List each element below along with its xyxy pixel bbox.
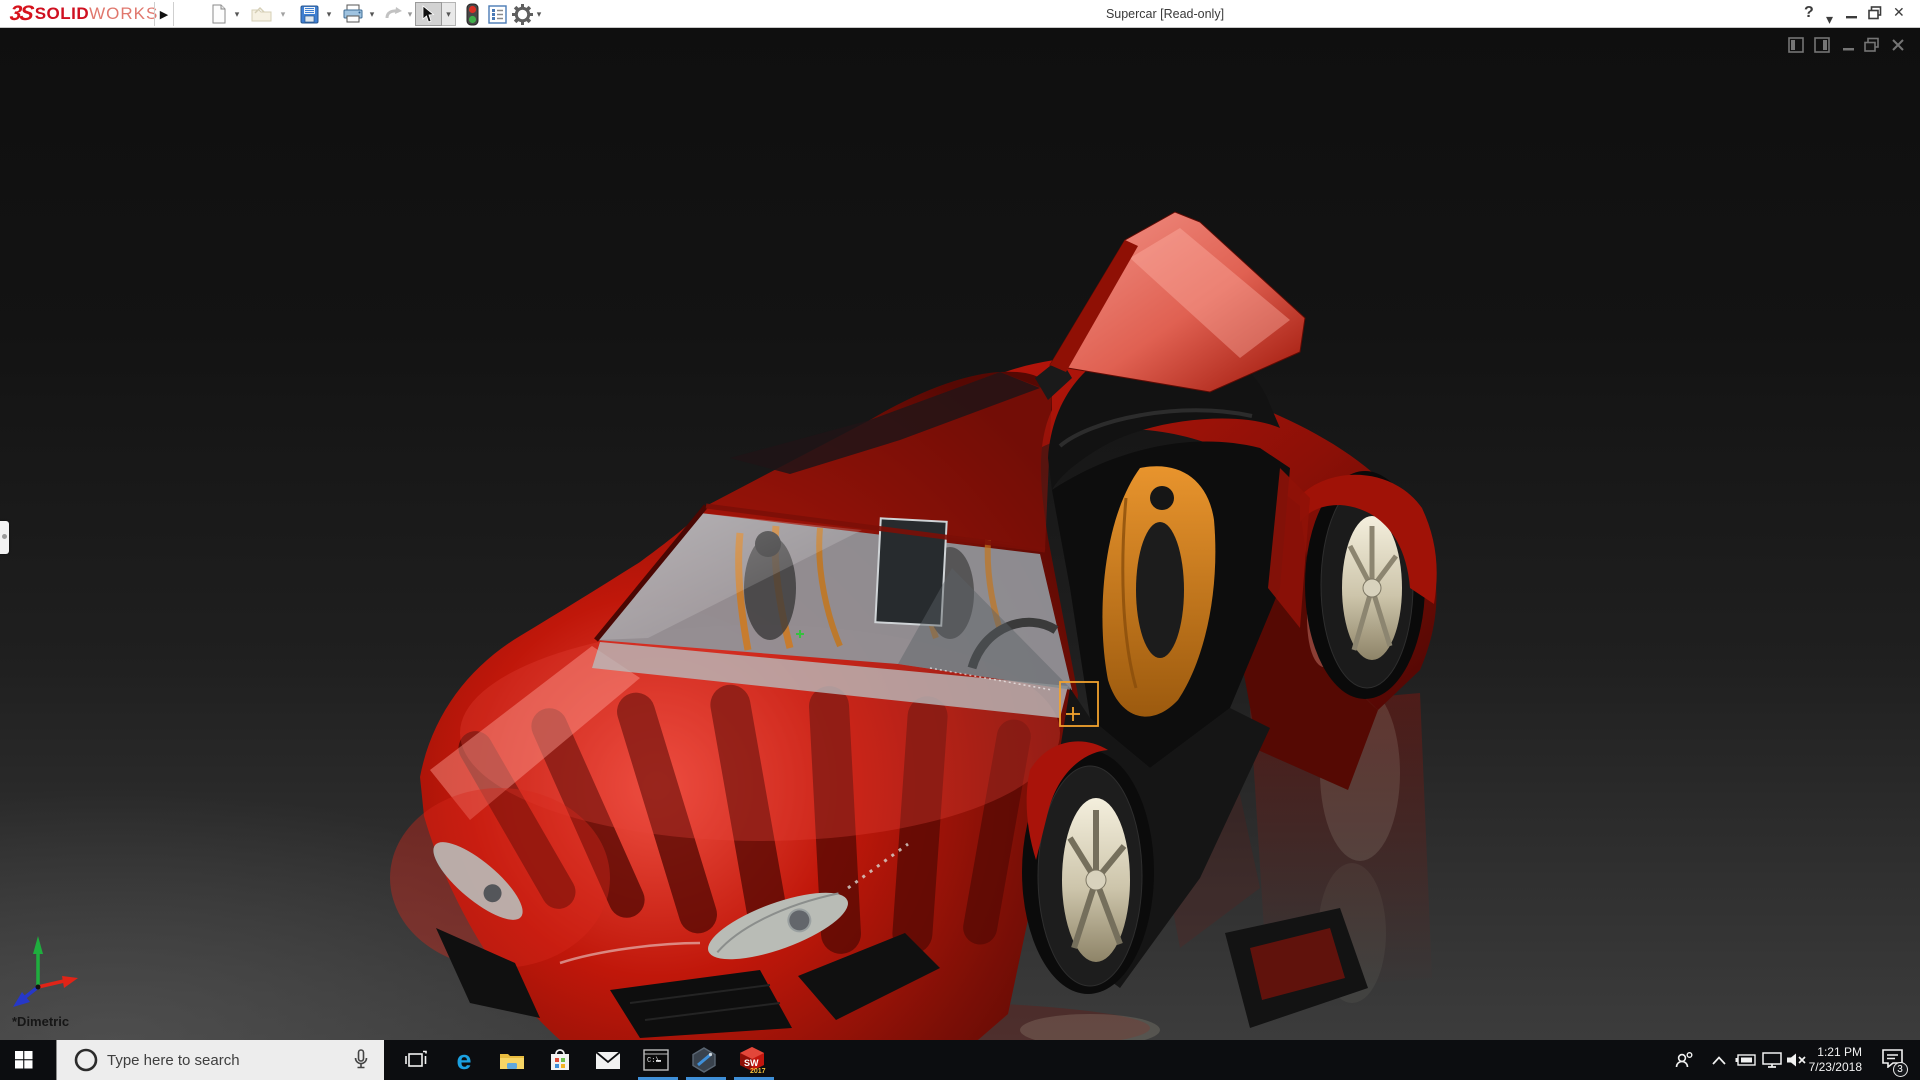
edge-icon: e — [456, 1047, 471, 1074]
windows-logo-icon — [15, 1051, 33, 1069]
people-button[interactable] — [1668, 1040, 1700, 1080]
print-icon[interactable] — [340, 2, 366, 26]
view-orientation-label: *Dimetric — [12, 1014, 69, 1029]
composer-hexagon-icon — [691, 1047, 717, 1073]
cortana-icon — [73, 1047, 99, 1073]
solidworks-logo-glyph: 3S — [8, 2, 33, 26]
mail-button[interactable] — [586, 1040, 630, 1080]
child-restore-icon[interactable] — [1862, 36, 1882, 54]
speaker-muted-icon — [1786, 1052, 1806, 1068]
graphics-viewport[interactable]: *Dimetric — [0, 28, 1920, 1040]
start-button[interactable] — [0, 1040, 48, 1080]
toolbar-flyout-button[interactable]: ▶ — [154, 2, 174, 26]
options-gear-icon[interactable] — [510, 2, 534, 26]
network-icon — [1762, 1052, 1782, 1068]
solidworks-2017-icon: SW 2017 — [738, 1046, 766, 1074]
solidworks-2017-button[interactable]: SW 2017 — [730, 1040, 774, 1080]
tray-time: 1:21 PM — [1809, 1045, 1862, 1060]
tray-date: 7/23/2018 — [1809, 1060, 1862, 1075]
file-properties-icon[interactable] — [485, 2, 509, 26]
command-prompt-button[interactable]: C:\ — [634, 1040, 678, 1080]
collapsed-panel-tab[interactable] — [0, 521, 9, 554]
chevron-up-icon — [1712, 1056, 1726, 1065]
sw-year: 2017 — [750, 1068, 766, 1074]
tray-expand-button[interactable] — [1706, 1040, 1732, 1080]
task-view-icon — [405, 1050, 427, 1070]
save-icon[interactable] — [297, 2, 321, 26]
open-icon[interactable] — [250, 2, 274, 26]
volume-button[interactable] — [1782, 1040, 1810, 1080]
new-document-dropdown[interactable]: ▾ — [232, 2, 242, 26]
microphone-icon[interactable] — [352, 1049, 370, 1071]
taskbar-search[interactable] — [56, 1040, 384, 1080]
mail-icon — [595, 1051, 621, 1070]
edge-button[interactable]: e — [442, 1040, 486, 1080]
search-input[interactable] — [107, 1052, 337, 1069]
save-dropdown[interactable]: ▾ — [324, 2, 334, 26]
minimize-button[interactable] — [1846, 6, 1858, 23]
new-document-icon[interactable] — [208, 2, 230, 26]
3d-model-supercar[interactable] — [0, 28, 1920, 1040]
help-button[interactable]: ? — [1804, 4, 1814, 22]
undo-dropdown[interactable]: ▾ — [405, 2, 415, 26]
command-prompt-icon: C:\ — [643, 1049, 669, 1071]
battery-icon — [1735, 1054, 1757, 1066]
people-icon — [1674, 1050, 1694, 1070]
solidworks-logo: 3S SOLID WORKS — [10, 2, 158, 26]
restore-button[interactable] — [1868, 6, 1882, 23]
print-dropdown[interactable]: ▾ — [367, 2, 377, 26]
orientation-triad — [13, 936, 78, 1007]
windows-taskbar: e C:\ — [0, 1040, 1920, 1080]
composer-hexagon-button[interactable] — [682, 1040, 726, 1080]
child-close-icon[interactable] — [1888, 36, 1908, 54]
pane-toggle-right-icon[interactable] — [1812, 36, 1832, 54]
store-button[interactable] — [538, 1040, 582, 1080]
action-center-button[interactable]: 3 — [1872, 1040, 1912, 1080]
pane-toggle-left-icon[interactable] — [1786, 36, 1806, 54]
select-tool-dropdown[interactable]: ▾ — [442, 2, 456, 26]
options-dropdown[interactable]: ▾ — [534, 2, 544, 26]
document-title: Supercar [Read-only] — [1040, 7, 1290, 21]
store-icon — [549, 1048, 571, 1072]
close-button[interactable]: ✕ — [1893, 4, 1905, 21]
battery-button[interactable] — [1732, 1040, 1760, 1080]
child-minimize-icon[interactable] — [1839, 36, 1859, 54]
file-explorer-button[interactable] — [490, 1040, 534, 1080]
open-dropdown[interactable]: ▾ — [278, 2, 288, 26]
notification-badge: 3 — [1893, 1062, 1908, 1077]
task-view-button[interactable] — [394, 1040, 438, 1080]
titlebar: 3S SOLID WORKS ▶ ▾ ▾ ▾ ▾ ▾ ▾ — [0, 0, 1920, 28]
undo-icon[interactable] — [382, 2, 406, 26]
rebuild-traffic-light-icon[interactable] — [462, 2, 482, 26]
sw-letters: SW — [744, 1058, 759, 1068]
select-tool-button[interactable] — [415, 2, 442, 26]
panel-tab-grip — [2, 534, 7, 539]
tray-clock[interactable]: 1:21 PM 7/23/2018 — [1809, 1045, 1862, 1075]
file-explorer-icon — [499, 1050, 525, 1071]
